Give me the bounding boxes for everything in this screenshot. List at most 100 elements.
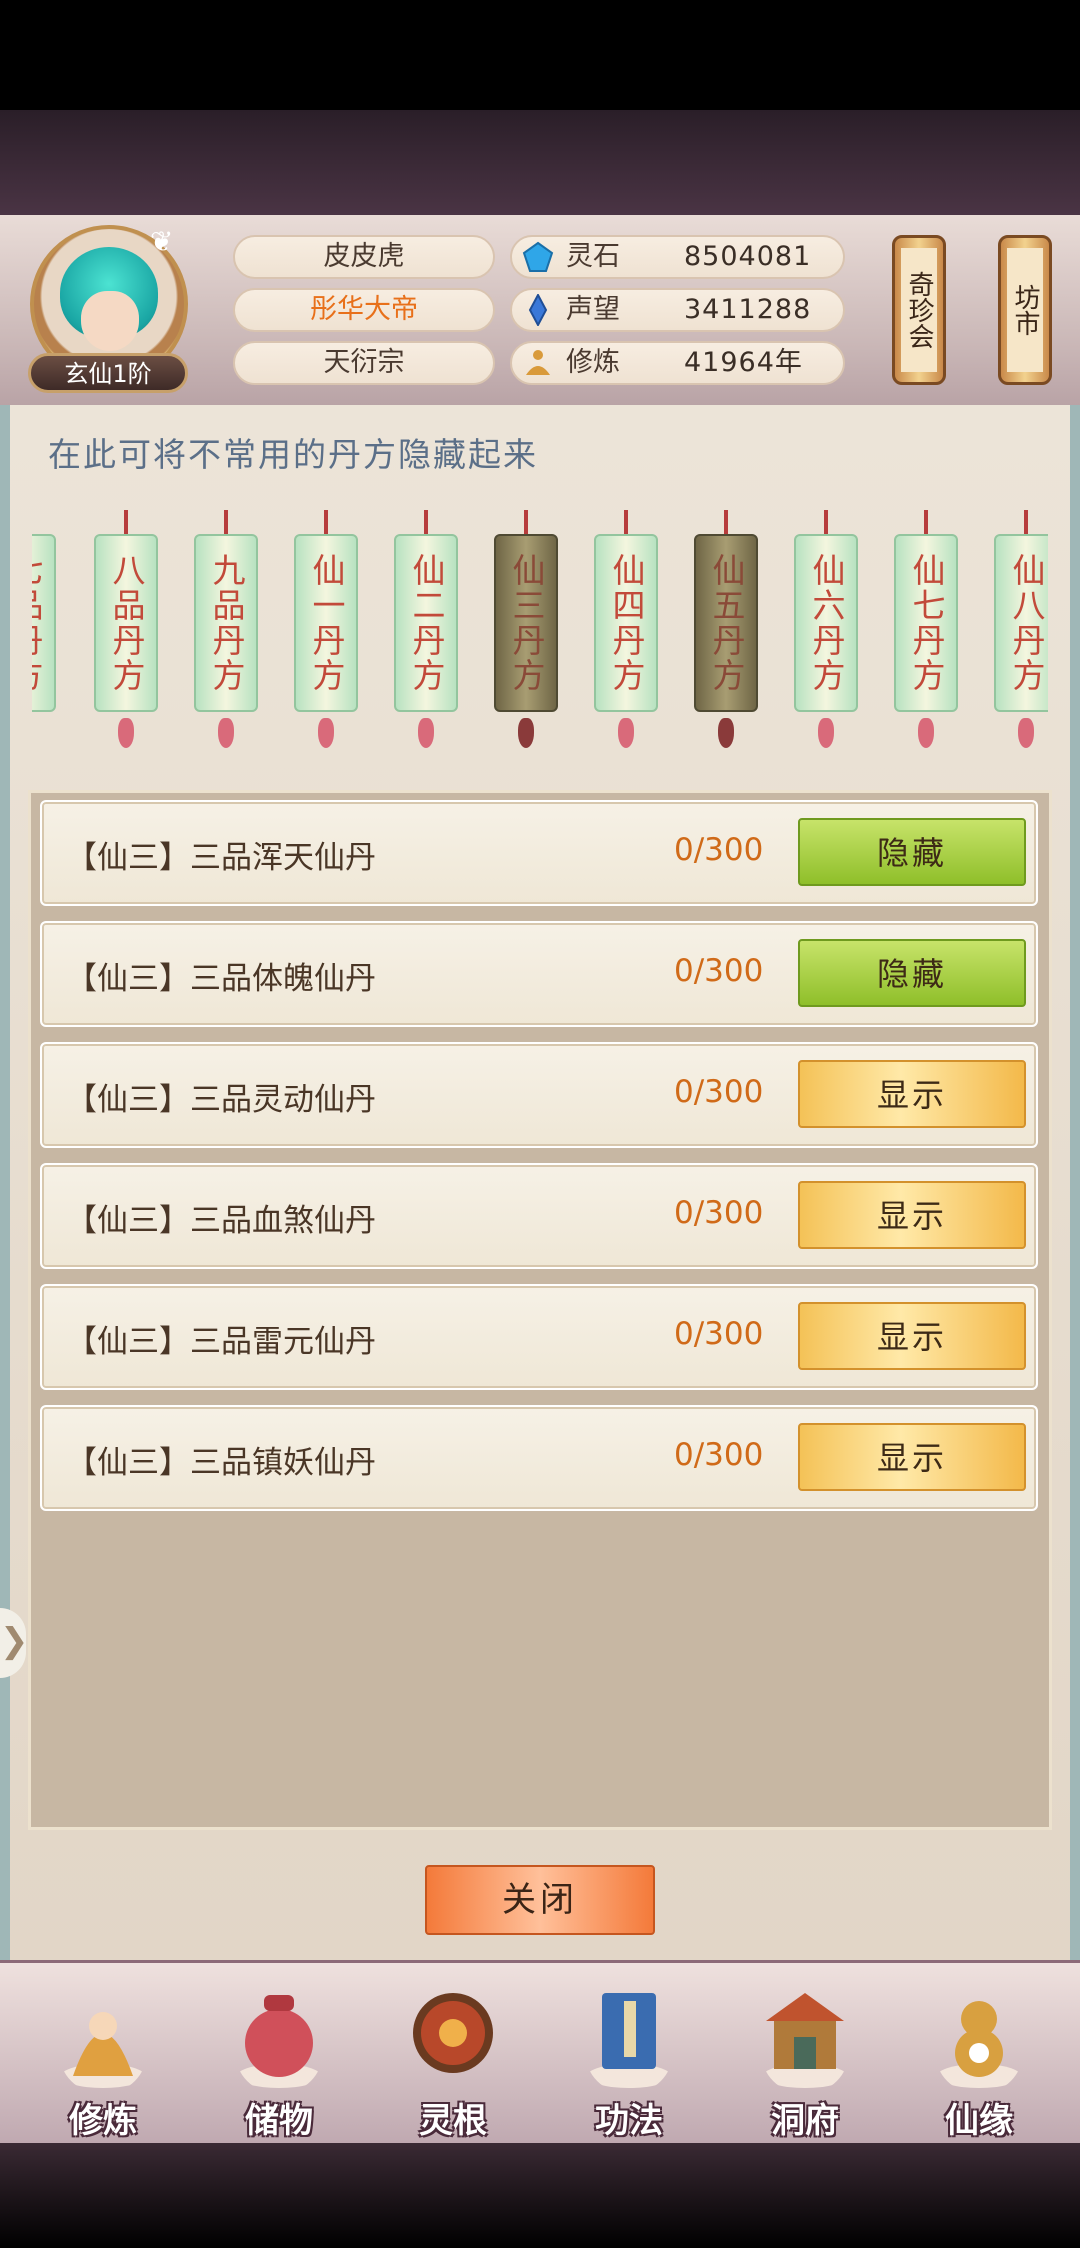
- recipe-count: 0/300: [674, 1074, 764, 1110]
- resource-value: 3411288: [684, 294, 812, 325]
- player-title: 彤华大帝: [233, 288, 495, 332]
- bottom-nav: 修炼 储物 灵根 功法 洞府 仙缘: [0, 1960, 1080, 2149]
- tab-label: 仙三丹方: [494, 534, 558, 712]
- nav-immortal-fate[interactable]: 仙缘: [904, 1971, 1054, 2141]
- tassel-icon: [818, 718, 834, 748]
- recipe-name: 【仙三】三品灵动仙丹: [66, 1082, 376, 1118]
- show-button[interactable]: 显示: [798, 1423, 1026, 1491]
- avatar-face: [81, 291, 139, 351]
- tassel-icon: [318, 718, 334, 748]
- list-item: 【仙三】三品雷元仙丹 0/300 显示: [40, 1284, 1038, 1390]
- recipe-name: 【仙三】三品雷元仙丹: [66, 1324, 376, 1360]
- tab-label: 仙六丹方: [794, 534, 858, 712]
- tab-tier-7[interactable]: 仙五丹方: [694, 510, 758, 760]
- nav-label: 仙缘: [945, 2101, 1013, 2141]
- rank-badge: 玄仙1阶: [28, 353, 188, 393]
- tab-tier-0[interactable]: 七品丹方: [32, 510, 56, 760]
- nav-label: 灵根: [419, 2101, 487, 2141]
- resource-cultivation: 修炼 41964年: [510, 341, 845, 385]
- player-sect: 天衍宗: [233, 341, 495, 385]
- list-item: 【仙三】三品体魄仙丹 0/300 隐藏: [40, 921, 1038, 1027]
- technique-book-icon: [587, 1993, 671, 2088]
- tab-tier-9[interactable]: 仙七丹方: [894, 510, 958, 760]
- nav-label: 修炼: [69, 2101, 137, 2141]
- tab-label: 仙五丹方: [694, 534, 758, 712]
- market-button[interactable]: 坊市: [998, 235, 1052, 385]
- top-decor-band: [0, 110, 1080, 215]
- cultivate-icon: [61, 2012, 145, 2088]
- nav-label: 洞府: [771, 2101, 839, 2141]
- nav-technique[interactable]: 功法: [554, 1971, 704, 2141]
- nav-storage[interactable]: 储物: [204, 1971, 354, 2141]
- treasure-auction-label: 奇珍会: [901, 248, 937, 372]
- recipe-tier-tabs: 七品丹方 八品丹方 九品丹方 仙一丹方 仙二丹方 仙三丹方 仙四丹方 仙五丹方: [32, 510, 1048, 770]
- tassel-icon: [418, 718, 434, 748]
- resource-value: 41964年: [684, 347, 803, 378]
- tab-tier-2[interactable]: 九品丹方: [194, 510, 258, 760]
- resource-label: 声望: [566, 294, 620, 325]
- recipe-name: 【仙三】三品体魄仙丹: [66, 961, 376, 997]
- show-button[interactable]: 显示: [798, 1060, 1026, 1128]
- tab-tier-5-selected[interactable]: 仙三丹方: [494, 510, 558, 760]
- list-item: 【仙三】三品浑天仙丹 0/300 隐藏: [40, 800, 1038, 906]
- tab-label: 仙四丹方: [594, 534, 658, 712]
- tab-tier-1[interactable]: 八品丹方: [94, 510, 158, 760]
- list-item: 【仙三】三品镇妖仙丹 0/300 显示: [40, 1405, 1038, 1511]
- resource-spirit-stone: 灵石 8504081: [510, 235, 845, 279]
- tassel-icon: [918, 718, 934, 748]
- show-button[interactable]: 显示: [798, 1302, 1026, 1370]
- prestige-crystal-icon: [528, 294, 548, 326]
- treasure-auction-button[interactable]: 奇珍会: [892, 235, 946, 385]
- player-name: 皮皮虎: [233, 235, 495, 279]
- show-button[interactable]: 显示: [798, 1181, 1026, 1249]
- tassel-icon: [618, 718, 634, 748]
- hide-button[interactable]: 隐藏: [798, 818, 1026, 886]
- recipe-name: 【仙三】三品浑天仙丹: [66, 840, 376, 876]
- tab-tier-3[interactable]: 仙一丹方: [294, 510, 358, 760]
- recipe-count: 0/300: [674, 1437, 764, 1473]
- hide-button[interactable]: 隐藏: [798, 939, 1026, 1007]
- resource-label: 修炼: [566, 347, 620, 378]
- tab-label: 九品丹方: [194, 534, 258, 712]
- tab-label: 仙八丹方: [994, 534, 1048, 712]
- tab-label: 仙一丹方: [294, 534, 358, 712]
- storage-bag-icon: [237, 1995, 321, 2088]
- cave-dwelling-icon: [763, 1993, 847, 2088]
- market-label: 坊市: [1007, 248, 1043, 372]
- nav-spirit-root[interactable]: 灵根: [378, 1971, 528, 2141]
- tab-label: 仙七丹方: [894, 534, 958, 712]
- tab-label: 八品丹方: [94, 534, 158, 712]
- tassel-icon: [718, 718, 734, 748]
- panel-border-right: [1070, 405, 1080, 1960]
- recipe-name: 【仙三】三品镇妖仙丹: [66, 1445, 376, 1481]
- spirit-stone-icon: [522, 241, 554, 272]
- nav-cave-dwelling[interactable]: 洞府: [730, 1971, 880, 2141]
- resource-value: 8504081: [684, 241, 812, 272]
- recipe-count: 0/300: [674, 1195, 764, 1231]
- status-bar-area: [0, 0, 1080, 110]
- nav-label: 储物: [245, 2101, 313, 2141]
- recipe-count: 0/300: [674, 832, 764, 868]
- tassel-icon: [1018, 718, 1034, 748]
- recipe-count: 0/300: [674, 1316, 764, 1352]
- bottom-decor-band: [0, 2143, 1080, 2248]
- nav-cultivate[interactable]: 修炼: [28, 1971, 178, 2141]
- close-button[interactable]: 关闭: [425, 1865, 655, 1935]
- resource-label: 灵石: [566, 241, 620, 272]
- nav-label: 功法: [595, 2101, 663, 2141]
- recipe-name: 【仙三】三品血煞仙丹: [66, 1203, 376, 1239]
- butterfly-icon: ❦: [150, 225, 174, 258]
- tab-tier-6[interactable]: 仙四丹方: [594, 510, 658, 760]
- meditation-icon: [526, 350, 550, 375]
- recipe-count: 0/300: [674, 953, 764, 989]
- list-item: 【仙三】三品灵动仙丹 0/300 显示: [40, 1042, 1038, 1148]
- tab-tier-10[interactable]: 仙八丹方: [994, 510, 1048, 760]
- player-header: 玄仙1阶 ❦ 皮皮虎 彤华大帝 天衍宗 灵石 8504081 声望 341128…: [0, 215, 1080, 408]
- tab-tier-8[interactable]: 仙六丹方: [794, 510, 858, 760]
- spirit-root-icon: [413, 1993, 493, 2073]
- resource-prestige: 声望 3411288: [510, 288, 845, 332]
- tab-tier-4[interactable]: 仙二丹方: [394, 510, 458, 760]
- panel-border-left: [0, 405, 10, 1960]
- tassel-icon: [118, 718, 134, 748]
- tab-label: 七品丹方: [32, 534, 56, 712]
